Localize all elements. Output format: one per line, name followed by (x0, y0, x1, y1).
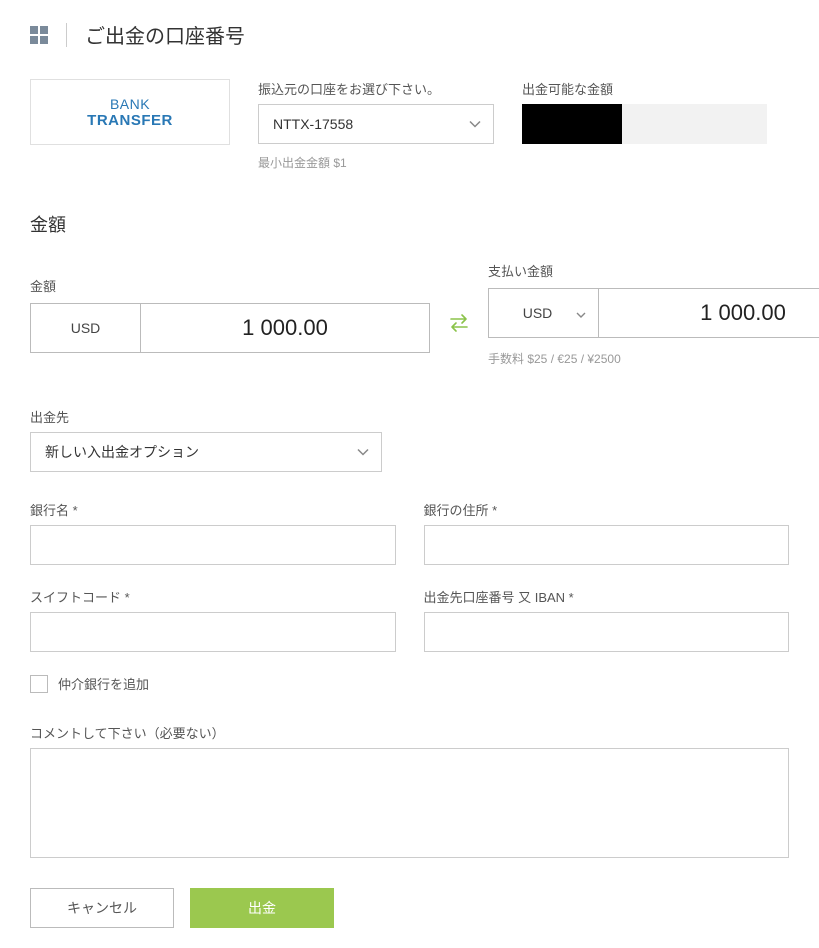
dest-account-input[interactable] (424, 612, 790, 652)
intermediary-checkbox[interactable] (30, 675, 48, 693)
bank-name-input[interactable] (30, 525, 396, 565)
bank-card-line2: TRANSFER (87, 112, 173, 129)
destination-label: 出金先 (30, 407, 382, 426)
bank-address-label: 銀行の住所 * (424, 500, 790, 519)
bank-card-line1: BANK (110, 96, 150, 112)
amount-from-box: USD (30, 303, 430, 353)
amount-to-box: USD (488, 288, 819, 338)
available-amount-label: 出金可能な金額 (522, 79, 767, 98)
amount-to-currency-select[interactable]: USD (489, 289, 599, 337)
destination-value: 新しい入出金オプション (45, 442, 199, 462)
bank-address-input[interactable] (424, 525, 790, 565)
swift-label: スイフトコード * (30, 587, 396, 606)
submit-button[interactable]: 出金 (190, 888, 334, 928)
grid-icon[interactable] (30, 26, 48, 44)
source-account-label: 振込元の口座をお選び下さい。 (258, 79, 494, 98)
cancel-button[interactable]: キャンセル (30, 888, 174, 928)
comment-textarea[interactable] (30, 748, 789, 858)
available-amount-display (522, 104, 767, 144)
amount-to-label: 支払い金額 (488, 261, 819, 280)
page-title: ご出金の口座番号 (85, 20, 245, 49)
amount-to-input[interactable] (599, 289, 819, 337)
fee-text: 手数料 $25 / €25 / ¥2500 (488, 350, 819, 367)
amount-section-title: 金額 (30, 211, 789, 237)
swap-icon[interactable] (448, 309, 470, 337)
source-account-value: NTTX-17558 (273, 116, 353, 132)
bank-name-label: 銀行名 * (30, 500, 396, 519)
header-divider (66, 23, 67, 47)
intermediary-label: 仲介銀行を追加 (58, 674, 149, 693)
destination-select[interactable]: 新しい入出金オプション (30, 432, 382, 472)
amount-from-currency: USD (31, 304, 141, 352)
amount-from-input[interactable] (141, 304, 429, 352)
source-account-select[interactable]: NTTX-17558 (258, 104, 494, 144)
chevron-down-icon (357, 448, 369, 456)
swift-input[interactable] (30, 612, 396, 652)
bank-transfer-card[interactable]: BANK TRANSFER (30, 79, 230, 145)
comment-label: コメントして下さい（必要ない） (30, 723, 789, 742)
dest-account-label: 出金先口座番号 又 IBAN * (424, 587, 790, 606)
amount-from-label: 金額 (30, 276, 430, 295)
chevron-down-icon (576, 305, 586, 321)
chevron-down-icon (469, 120, 481, 128)
min-withdraw-helper: 最小出金金額 $1 (258, 154, 494, 171)
